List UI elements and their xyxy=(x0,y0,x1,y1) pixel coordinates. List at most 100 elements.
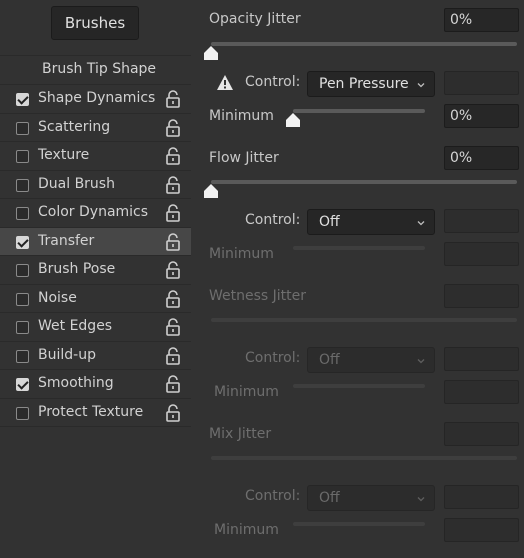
flow-minimum-field xyxy=(444,242,519,266)
sidebar-item-wet-edges[interactable]: Wet Edges xyxy=(0,313,191,342)
sidebar-item-label: Smoothing xyxy=(38,375,114,391)
flow-control-value-field xyxy=(444,209,519,233)
sidebar-item-label: Brush Pose xyxy=(38,261,116,277)
opacity-control-value-field xyxy=(444,71,519,95)
checkbox[interactable] xyxy=(16,406,29,420)
wetness-control-value-field xyxy=(444,347,519,371)
sidebar-item-label: Transfer xyxy=(38,232,95,249)
wetness-control-label: Control: xyxy=(245,350,301,366)
checkbox[interactable] xyxy=(16,349,29,363)
opacity-jitter-field[interactable]: 0% xyxy=(444,8,519,32)
dropdown-value: Off xyxy=(319,214,340,230)
mix-minimum-slider-track xyxy=(293,522,425,526)
wetness-jitter-field xyxy=(444,284,519,308)
opacity-jitter-label: Opacity Jitter xyxy=(209,11,301,27)
mix-minimum-label: Minimum xyxy=(214,522,279,538)
lock-icon[interactable] xyxy=(165,289,181,308)
mix-control-dropdown: Off xyxy=(307,485,435,511)
sidebar-item-scattering[interactable]: Scattering xyxy=(0,114,191,142)
sidebar-item-smoothing[interactable]: Smoothing xyxy=(0,370,191,399)
brush-settings-list: Brush Tip Shape Shape Dynamics Scattering… xyxy=(0,55,191,427)
flow-minimum-label: Minimum xyxy=(209,246,274,262)
sidebar-item-brush-pose[interactable]: Brush Pose xyxy=(0,256,191,285)
sidebar-item-label: Noise xyxy=(38,289,77,306)
sidebar-item-label: Scattering xyxy=(38,118,111,135)
mix-minimum-field xyxy=(444,518,519,542)
wetness-minimum-label: Minimum xyxy=(214,384,279,400)
sidebar-item-label: Shape Dynamics xyxy=(38,90,156,106)
sidebar-item-label: Protect Texture xyxy=(38,403,144,420)
sidebar-item-label: Texture xyxy=(38,147,90,163)
checkbox[interactable] xyxy=(16,321,29,334)
lock-icon[interactable] xyxy=(165,346,181,365)
sidebar-item-protect-texture[interactable]: Protect Texture xyxy=(0,399,191,427)
checkbox[interactable] xyxy=(16,235,29,249)
sidebar-item-dual-brush[interactable]: Dual Brush xyxy=(0,171,191,199)
chevron-down-icon xyxy=(417,221,425,226)
lock-icon[interactable] xyxy=(165,318,181,336)
checkbox[interactable] xyxy=(16,264,29,277)
opacity-jitter-slider-track[interactable] xyxy=(211,42,517,46)
checkbox[interactable] xyxy=(16,93,29,106)
flow-jitter-slider-thumb[interactable] xyxy=(204,184,218,198)
dropdown-value: Off xyxy=(319,352,340,368)
checkbox[interactable] xyxy=(16,378,29,391)
flow-control-dropdown[interactable]: Off xyxy=(307,209,435,235)
chevron-down-icon xyxy=(417,497,425,502)
lock-icon[interactable] xyxy=(165,204,181,222)
opacity-minimum-field[interactable]: 0% xyxy=(444,104,519,128)
lock-icon[interactable] xyxy=(165,232,181,251)
checkbox[interactable] xyxy=(16,292,29,306)
opacity-jitter-slider-thumb[interactable] xyxy=(204,46,218,60)
sidebar-item-label: Color Dynamics xyxy=(38,204,149,220)
lock-icon[interactable] xyxy=(165,175,181,194)
sidebar-item-texture[interactable]: Texture xyxy=(0,142,191,171)
wetness-minimum-field xyxy=(444,380,519,404)
sidebar-item-build-up[interactable]: Build-up xyxy=(0,342,191,370)
opacity-minimum-label: Minimum xyxy=(209,108,274,124)
checkbox[interactable] xyxy=(16,207,29,220)
chevron-down-icon xyxy=(417,83,425,88)
wetness-jitter-slider-track xyxy=(211,318,517,322)
opacity-minimum-slider-track[interactable] xyxy=(293,109,425,113)
brush-settings-sidebar: Brushes Brush Tip Shape Shape Dynamics Sc… xyxy=(0,0,192,558)
dropdown-value: Off xyxy=(319,490,340,506)
sidebar-item-transfer[interactable]: Transfer xyxy=(0,227,191,256)
wetness-minimum-slider-track xyxy=(293,384,425,388)
wetness-control-dropdown: Off xyxy=(307,347,435,373)
checkbox[interactable] xyxy=(16,178,29,192)
opacity-control-label: Control: xyxy=(245,74,301,90)
lock-icon[interactable] xyxy=(165,375,181,393)
mix-jitter-label: Mix Jitter xyxy=(209,426,272,442)
checkbox[interactable] xyxy=(16,150,29,163)
lock-icon[interactable] xyxy=(165,118,181,137)
sidebar-item-shape-dynamics[interactable]: Shape Dynamics xyxy=(0,85,191,114)
checkbox[interactable] xyxy=(16,121,29,135)
mix-jitter-field xyxy=(444,422,519,446)
mix-jitter-slider-track xyxy=(211,456,517,460)
mix-control-label: Control: xyxy=(245,488,301,504)
lock-icon[interactable] xyxy=(165,90,181,108)
flow-jitter-field[interactable]: 0% xyxy=(444,146,519,170)
opacity-minimum-slider-thumb[interactable] xyxy=(286,113,300,127)
flow-control-label: Control: xyxy=(245,212,301,228)
sidebar-item-color-dynamics[interactable]: Color Dynamics xyxy=(0,199,191,228)
brushes-button[interactable]: Brushes xyxy=(51,6,139,40)
flow-jitter-slider-track[interactable] xyxy=(211,180,517,184)
wetness-jitter-label: Wetness Jitter xyxy=(209,288,307,304)
mix-control-value-field xyxy=(444,485,519,509)
sidebar-item-label: Brush Tip Shape xyxy=(42,61,157,77)
lock-icon[interactable] xyxy=(165,261,181,279)
opacity-control-dropdown[interactable]: Pen Pressure xyxy=(307,71,435,97)
sidebar-item-brush-tip-shape[interactable]: Brush Tip Shape xyxy=(0,56,191,85)
flow-minimum-slider-track xyxy=(293,246,425,250)
chevron-down-icon xyxy=(417,359,425,364)
dropdown-value: Pen Pressure xyxy=(319,76,409,92)
lock-icon[interactable] xyxy=(165,403,181,422)
flow-jitter-label: Flow Jitter xyxy=(209,150,279,166)
sidebar-item-label: Wet Edges xyxy=(38,318,113,334)
sidebar-item-label: Build-up xyxy=(38,346,96,363)
lock-icon[interactable] xyxy=(165,147,181,165)
sidebar-item-noise[interactable]: Noise xyxy=(0,285,191,313)
sidebar-item-label: Dual Brush xyxy=(38,175,115,192)
